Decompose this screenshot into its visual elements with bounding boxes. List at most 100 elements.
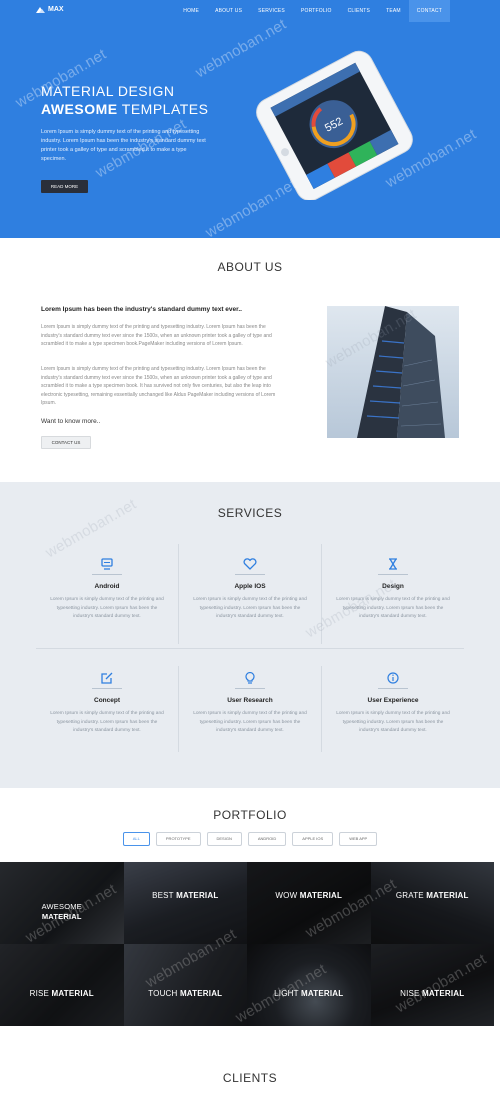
tile-caption-bold: MATERIAL xyxy=(51,988,94,998)
portfolio-tile[interactable]: RISE MATERIAL xyxy=(0,944,124,1026)
portfolio-tile[interactable]: LIGHT MATERIAL xyxy=(247,944,371,1026)
divider xyxy=(178,544,179,644)
filter-apple-ios[interactable]: APPLE IOS xyxy=(292,832,334,846)
hero-title-rest: TEMPLATES xyxy=(117,101,209,117)
tile-caption-light: BEST xyxy=(152,890,174,900)
tile-caption: LIGHT MATERIAL xyxy=(274,989,343,998)
nav-item-clients[interactable]: CLIENTS xyxy=(340,0,379,22)
monitor-icon xyxy=(101,558,113,570)
service-rule xyxy=(235,688,265,689)
service-name: User Experience xyxy=(367,697,419,704)
portfolio-tile[interactable]: TOUCH MATERIAL xyxy=(123,944,247,1026)
tile-caption-bold: MATERIAL xyxy=(176,890,219,900)
info-icon xyxy=(387,672,399,684)
tile-caption-bold: MATERIAL xyxy=(299,890,343,900)
portfolio-filters: ALL PROTOTYPE DESIGN ANDROID APPLE IOS W… xyxy=(0,832,500,846)
edit-icon xyxy=(101,672,113,684)
tile-caption-bold: MATERIAL xyxy=(301,988,344,998)
nav-item-portfolio[interactable]: PORTFOLIO xyxy=(293,0,340,22)
service-desc: Lorem Ipsum is simply dummy text of the … xyxy=(336,597,450,620)
filter-android[interactable]: ANDROID xyxy=(247,832,287,846)
brand-name: MAX xyxy=(48,6,64,13)
service-desc: Lorem Ipsum is simply dummy text of the … xyxy=(193,597,307,620)
portfolio-tile[interactable]: NISE MATERIAL xyxy=(370,944,494,1026)
tile-caption-light: WOW xyxy=(275,890,298,900)
contact-us-button[interactable]: CONTACT US xyxy=(41,436,91,449)
tile-caption-light: LIGHT xyxy=(274,988,299,998)
service-design: Design Lorem Ipsum is simply dummy text … xyxy=(328,558,458,622)
nav-item-about[interactable]: ABOUT US xyxy=(207,0,250,22)
tile-caption: TOUCH MATERIAL xyxy=(148,989,222,998)
lightbulb-icon xyxy=(245,672,255,684)
mountain-icon xyxy=(36,6,45,13)
divider xyxy=(36,648,464,649)
portfolio-tile[interactable]: AWESOME MATERIAL xyxy=(0,862,124,944)
service-user-research: User Research Lorem Ipsum is simply dumm… xyxy=(185,672,315,736)
service-name: Design xyxy=(382,583,404,590)
service-desc: Lorem Ipsum is simply dummy text of the … xyxy=(193,711,307,734)
nav-item-team[interactable]: TEAM xyxy=(378,0,409,22)
building-image xyxy=(327,306,459,438)
tile-caption-bold: MATERIAL xyxy=(426,890,469,900)
hero-section: MAX HOME ABOUT US SERVICES PORTFOLIO CLI… xyxy=(0,0,500,238)
tile-caption: WOW MATERIAL xyxy=(275,891,342,900)
top-nav: MAX HOME ABOUT US SERVICES PORTFOLIO CLI… xyxy=(0,0,500,22)
service-name: Concept xyxy=(94,697,120,704)
portfolio-title: PORTFOLIO xyxy=(213,808,287,822)
tile-caption-light: NISE xyxy=(400,988,420,998)
portfolio-grid: AWESOME MATERIAL BEST MATERIAL WOW MATERI… xyxy=(0,862,494,1026)
service-user-experience: User Experience Lorem Ipsum is simply du… xyxy=(328,672,458,736)
service-name: User Research xyxy=(227,697,273,704)
hourglass-icon xyxy=(389,558,397,570)
about-paragraph-1: Lorem Ipsum is simply dummy text of the … xyxy=(41,324,272,348)
about-paragraph-2: Lorem Ipsum is simply dummy text of the … xyxy=(41,366,276,407)
service-concept: Concept Lorem Ipsum is simply dummy text… xyxy=(42,672,172,736)
phone-image: 552 xyxy=(256,50,413,200)
service-desc: Lorem Ipsum is simply dummy text of the … xyxy=(50,711,164,734)
service-rule xyxy=(92,574,122,575)
nav-item-services[interactable]: SERVICES xyxy=(250,0,293,22)
portfolio-tile[interactable]: GRATE MATERIAL xyxy=(370,862,494,944)
service-android: Android Lorem Ipsum is simply dummy text… xyxy=(42,558,172,622)
tile-caption-light: AWESOME xyxy=(41,902,82,911)
service-rule xyxy=(378,574,408,575)
service-name: Apple IOS xyxy=(234,583,266,590)
tile-caption: NISE MATERIAL xyxy=(400,989,464,998)
heart-icon xyxy=(243,558,257,570)
divider xyxy=(321,666,322,752)
tile-caption-light: GRATE xyxy=(395,890,424,900)
nav-item-contact[interactable]: CONTACT xyxy=(408,0,450,22)
tile-caption-bold: MATERIAL xyxy=(41,912,82,921)
tile-caption-light: TOUCH xyxy=(148,988,178,998)
filter-all[interactable]: ALL xyxy=(122,832,150,846)
divider xyxy=(321,544,322,644)
services-title: SERVICES xyxy=(217,506,283,520)
about-heading: Lorem Ipsum has been the industry's stan… xyxy=(41,306,242,313)
about-title: ABOUT US xyxy=(217,260,283,274)
divider xyxy=(178,666,179,752)
service-rule xyxy=(92,688,122,689)
tile-caption-light: RISE xyxy=(29,988,50,998)
about-want-more: Want to know more.. xyxy=(41,418,101,425)
tile-caption: BEST MATERIAL xyxy=(152,891,218,900)
tile-caption: RISE MATERIAL xyxy=(30,989,94,998)
clients-title: CLIENTS xyxy=(222,1071,278,1085)
filter-prototype[interactable]: PROTOTYPE xyxy=(155,832,201,846)
hero-title-line2: AWESOME TEMPLATES xyxy=(41,101,208,117)
filter-design[interactable]: DESIGN xyxy=(206,832,242,846)
nav-item-home[interactable]: HOME xyxy=(175,0,207,22)
portfolio-tile[interactable]: BEST MATERIAL xyxy=(123,862,247,944)
service-desc: Lorem Ipsum is simply dummy text of the … xyxy=(50,597,164,620)
service-name: Android xyxy=(94,583,120,590)
filter-web-app[interactable]: WEB APP xyxy=(339,832,378,846)
service-apple-ios: Apple IOS Lorem Ipsum is simply dummy te… xyxy=(185,558,315,622)
service-rule xyxy=(235,574,265,575)
tile-caption: AWESOME MATERIAL xyxy=(42,902,82,922)
brand-logo[interactable]: MAX xyxy=(36,6,64,13)
services-section: SERVICES Android Lorem Ipsum is simply d… xyxy=(0,482,500,788)
tile-caption: GRATE MATERIAL xyxy=(396,891,469,900)
nav-links: HOME ABOUT US SERVICES PORTFOLIO CLIENTS… xyxy=(175,0,450,22)
portfolio-tile[interactable]: WOW MATERIAL xyxy=(247,862,371,944)
read-more-button[interactable]: READ MORE xyxy=(41,180,88,193)
hero-title-bold: AWESOME xyxy=(41,101,118,117)
